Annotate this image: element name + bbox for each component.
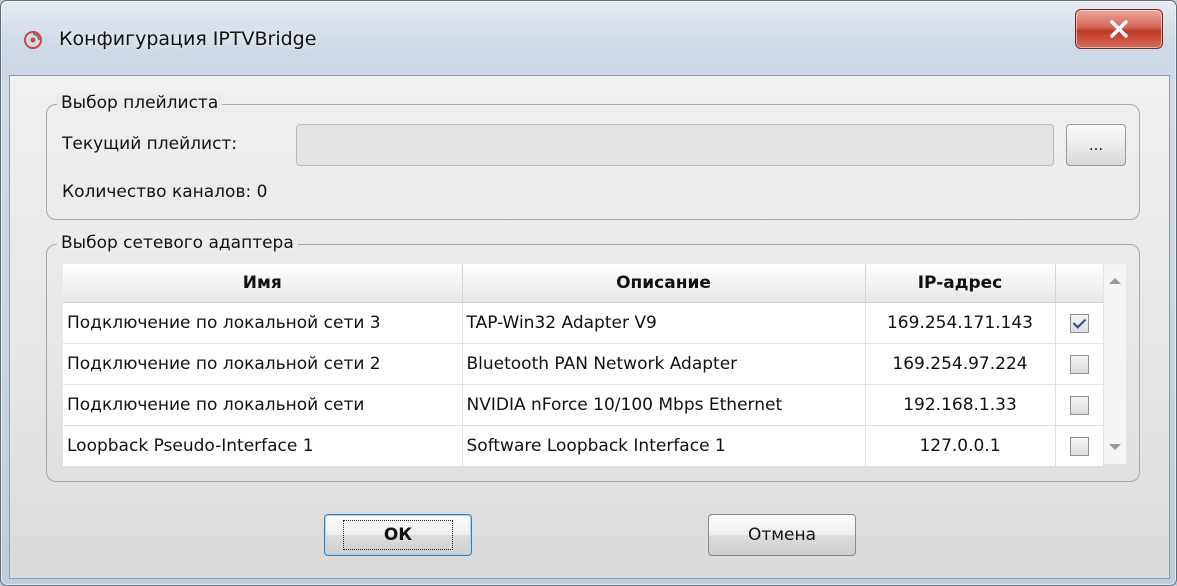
adapter-select-checkbox[interactable] xyxy=(1069,395,1089,415)
adapter-select-checkbox[interactable] xyxy=(1069,354,1089,374)
adapter-ip: 169.254.171.143 xyxy=(865,302,1056,344)
table-row[interactable]: Подключение по локальной сети 2 Bluetoot… xyxy=(63,343,1104,385)
scroll-up-arrow-icon[interactable] xyxy=(1109,278,1121,284)
channel-count-row: Количество каналов: 0 xyxy=(62,182,267,202)
table-row[interactable]: Подключение по локальной сети 3 TAP-Win3… xyxy=(63,302,1104,344)
table-row[interactable]: Loopback Pseudo-Interface 1 Software Loo… xyxy=(63,425,1104,467)
adapter-ip: 192.168.1.33 xyxy=(865,384,1056,426)
cancel-button[interactable]: Отмена xyxy=(708,514,856,556)
close-icon xyxy=(1110,20,1128,38)
adapter-description: Software Loopback Interface 1 xyxy=(462,425,866,467)
ok-button-label: ОК xyxy=(342,520,454,550)
scroll-down-arrow-icon[interactable] xyxy=(1109,444,1121,450)
channel-count-value: 0 xyxy=(256,182,268,202)
adapter-description: NVIDIA nForce 10/100 Mbps Ethernet xyxy=(462,384,866,426)
dialog-window: Конфигурация IPTVBridge Выбор плейлиста … xyxy=(0,0,1177,586)
adapter-description: TAP-Win32 Adapter V9 xyxy=(462,302,866,344)
app-swirl-icon xyxy=(24,31,42,49)
dialog-client-area: Выбор плейлиста Текущий плейлист: ... Ко… xyxy=(9,75,1170,579)
adapter-ip: 127.0.0.1 xyxy=(865,425,1056,467)
channel-count-label: Количество каналов: xyxy=(62,182,252,202)
adapter-table-header: Имя Описание IP-адрес xyxy=(63,264,1104,303)
adapter-name: Подключение по локальной сети 3 xyxy=(63,302,463,344)
adapter-description: Bluetooth PAN Network Adapter xyxy=(462,343,866,385)
adapter-ip: 169.254.97.224 xyxy=(865,343,1056,385)
adapter-name: Подключение по локальной сети 2 xyxy=(63,343,463,385)
playlist-path-field[interactable] xyxy=(296,124,1054,166)
window-title: Конфигурация IPTVBridge xyxy=(59,28,317,50)
title-bar: Конфигурация IPTVBridge xyxy=(1,1,1176,79)
column-header-description[interactable]: Описание xyxy=(462,264,866,303)
browse-playlist-button[interactable]: ... xyxy=(1066,124,1126,166)
adapter-name: Loopback Pseudo-Interface 1 xyxy=(63,425,463,467)
column-header-name[interactable]: Имя xyxy=(63,264,463,303)
adapter-select-checkbox[interactable] xyxy=(1069,313,1089,333)
column-header-select[interactable] xyxy=(1055,264,1104,303)
column-header-ip[interactable]: IP-адрес xyxy=(865,264,1056,303)
playlist-group-legend: Выбор плейлиста xyxy=(57,93,223,113)
close-button[interactable] xyxy=(1075,9,1163,49)
adapter-select-checkbox[interactable] xyxy=(1069,436,1089,456)
adapter-name: Подключение по локальной сети xyxy=(63,384,463,426)
table-row[interactable]: Подключение по локальной сети NVIDIA nFo… xyxy=(63,384,1104,426)
ok-button[interactable]: ОК xyxy=(324,514,472,556)
adapter-group-legend: Выбор сетевого адаптера xyxy=(57,233,298,253)
current-playlist-label: Текущий плейлист: xyxy=(62,134,238,154)
table-scrollbar[interactable] xyxy=(1103,264,1126,464)
adapter-table: Имя Описание IP-адрес Подключение по лок… xyxy=(63,264,1104,467)
